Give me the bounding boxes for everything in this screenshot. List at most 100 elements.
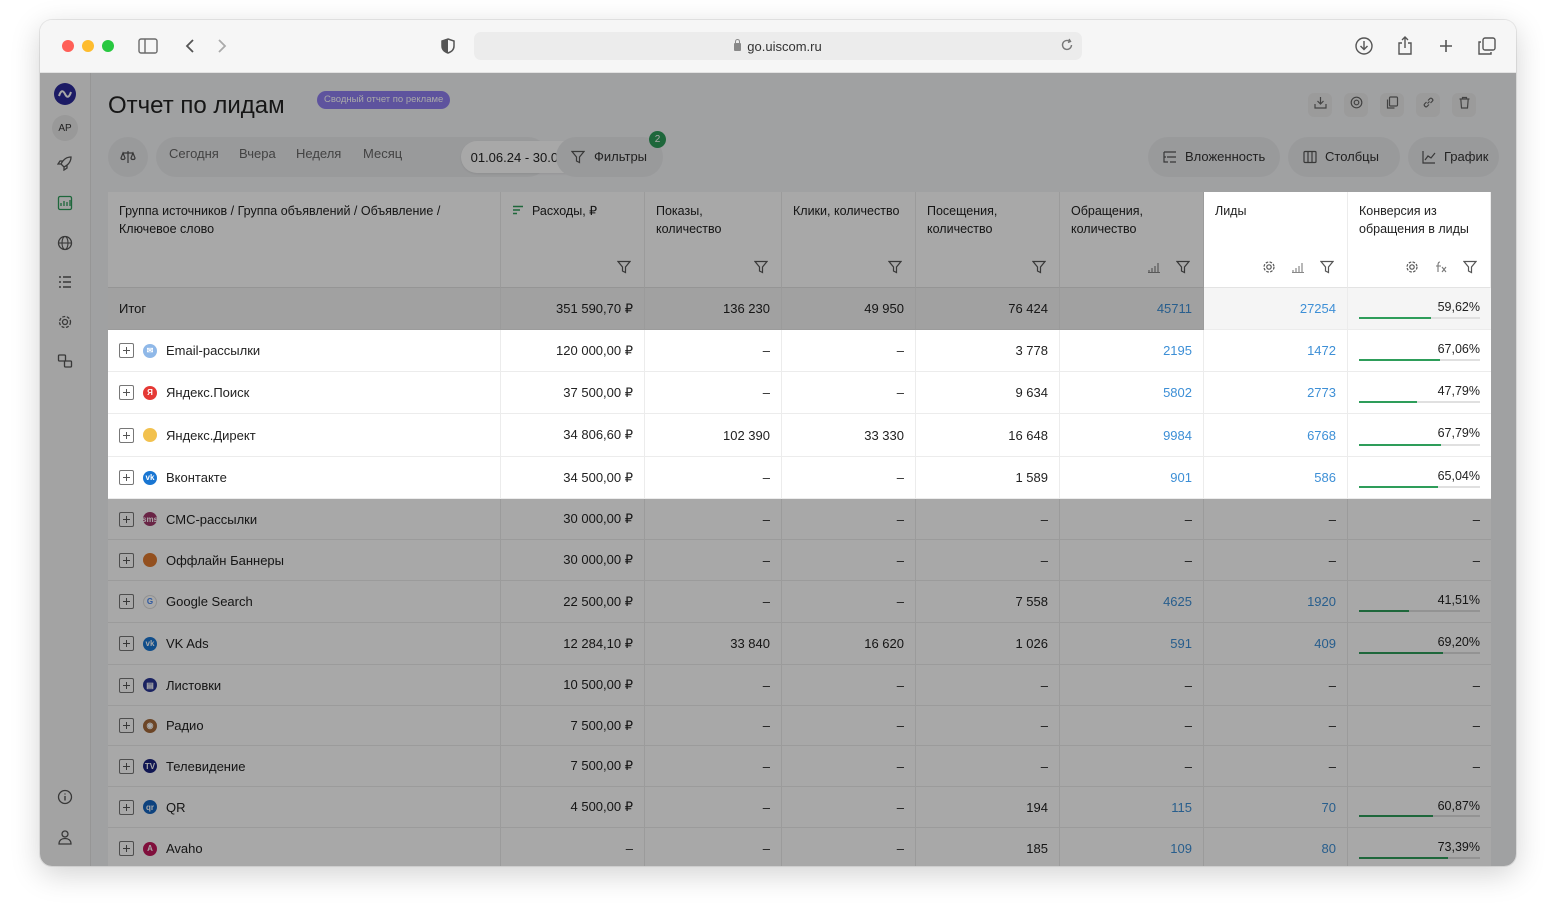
requests-cell[interactable]: 2195 bbox=[1060, 330, 1204, 371]
minimize-window-button[interactable] bbox=[82, 40, 94, 52]
requests-cell[interactable]: 9984 bbox=[1060, 414, 1204, 456]
table-row[interactable]: Яндекс.Директ 34 806,60 ₽102 390 33 330 16 … bbox=[108, 414, 1491, 457]
expand-row-icon[interactable] bbox=[119, 677, 134, 693]
link-button[interactable] bbox=[1416, 93, 1440, 117]
requests-cell[interactable]: 5802 bbox=[1060, 372, 1204, 413]
source-name[interactable]: Avaho bbox=[166, 841, 203, 856]
col-conversion-header[interactable]: Конверсия из обращения в лиды bbox=[1348, 192, 1491, 288]
maximize-window-button[interactable] bbox=[102, 40, 114, 52]
back-icon[interactable] bbox=[178, 34, 202, 58]
leads-cell[interactable]: 70 bbox=[1204, 787, 1348, 827]
forward-icon[interactable] bbox=[210, 34, 234, 58]
source-name[interactable]: Google Search bbox=[166, 594, 253, 609]
columns-button[interactable]: Столбцы bbox=[1288, 137, 1400, 177]
privacy-shield-icon[interactable] bbox=[436, 34, 460, 58]
logo[interactable] bbox=[54, 83, 76, 105]
sidebar-item-lists[interactable] bbox=[53, 272, 77, 296]
requests-cell[interactable]: 45711 bbox=[1060, 288, 1204, 329]
source-name[interactable]: Email-рассылки bbox=[166, 343, 260, 358]
col-spend-header[interactable]: Расходы, ₽ bbox=[501, 192, 645, 288]
leads-cell[interactable]: 2773 bbox=[1204, 372, 1348, 413]
table-row[interactable]: sms СМС-рассылки 30 000,00 ₽ – – – – – – bbox=[108, 499, 1491, 540]
leads-cell[interactable]: 409 bbox=[1204, 623, 1348, 664]
col-clicks-header[interactable]: Клики, количество bbox=[782, 192, 916, 288]
expand-row-icon[interactable] bbox=[119, 427, 134, 443]
source-name[interactable]: Вконтакте bbox=[166, 470, 227, 485]
filters-button[interactable]: Фильтры 2 bbox=[556, 131, 666, 177]
close-window-button[interactable] bbox=[62, 40, 74, 52]
column-filter-icon[interactable] bbox=[1462, 260, 1479, 276]
leads-cell[interactable]: 1920 bbox=[1204, 581, 1348, 622]
source-name[interactable]: VK Ads bbox=[166, 636, 209, 651]
table-row[interactable]: ✉ Email-рассылки 120 000,00 ₽ – –3 778 2195 14… bbox=[108, 330, 1491, 372]
source-name[interactable]: Телевидение bbox=[166, 759, 245, 774]
address-bar[interactable]: go.uiscom.ru bbox=[474, 32, 1082, 60]
expand-row-icon[interactable] bbox=[119, 718, 134, 733]
download-icon[interactable] bbox=[1352, 34, 1376, 58]
total-row[interactable]: Итог 351 590,70 ₽136 230 49 950 76 424 45711… bbox=[108, 288, 1491, 330]
sidebar-item-reports[interactable] bbox=[53, 193, 77, 217]
table-row[interactable]: TV Телевидение 7 500,00 ₽ – – – – – – bbox=[108, 746, 1491, 787]
column-chart-icon[interactable] bbox=[1147, 260, 1163, 276]
chart-button[interactable]: График bbox=[1408, 137, 1499, 177]
avatar[interactable]: АР bbox=[52, 115, 78, 141]
period-month[interactable]: Месяц bbox=[363, 146, 402, 161]
share-icon[interactable] bbox=[1393, 34, 1417, 58]
source-name[interactable]: СМС-рассылки bbox=[166, 512, 257, 527]
sidebar-toggle-icon[interactable] bbox=[136, 34, 160, 58]
table-row[interactable]: ▤ Листовки 10 500,00 ₽ – – – – – – bbox=[108, 665, 1491, 706]
expand-row-icon[interactable] bbox=[119, 552, 134, 568]
sidebar-item-integrations[interactable] bbox=[53, 351, 77, 375]
column-filter-icon[interactable] bbox=[1319, 260, 1336, 276]
expand-row-icon[interactable] bbox=[119, 343, 134, 358]
table-row[interactable]: vk Вконтакте 34 500,00 ₽ – –1 589 901 586 65,04… bbox=[108, 457, 1491, 499]
leads-cell[interactable]: 27254 bbox=[1204, 288, 1348, 329]
requests-cell[interactable]: 115 bbox=[1060, 787, 1204, 827]
period-today[interactable]: Сегодня bbox=[169, 146, 219, 161]
reload-icon[interactable] bbox=[1060, 38, 1076, 54]
compare-button[interactable] bbox=[108, 137, 148, 177]
sidebar-item-sites[interactable] bbox=[53, 233, 77, 257]
table-row[interactable]: qr QR 4 500,00 ₽ – –194 115 70 60,87% bbox=[108, 787, 1491, 828]
sort-icon[interactable] bbox=[512, 204, 532, 218]
table-row[interactable]: vk VK Ads 12 284,10 ₽33 840 16 620 1 026 591 4… bbox=[108, 623, 1491, 665]
export-button[interactable] bbox=[1308, 93, 1332, 117]
source-name[interactable]: QR bbox=[166, 800, 186, 815]
expand-row-icon[interactable] bbox=[119, 799, 134, 815]
expand-row-icon[interactable] bbox=[119, 758, 134, 774]
tabs-overview-icon[interactable] bbox=[1475, 34, 1499, 58]
leads-cell[interactable]: 1472 bbox=[1204, 330, 1348, 371]
column-filter-icon[interactable] bbox=[1031, 260, 1048, 276]
formula-icon[interactable] bbox=[1434, 260, 1450, 276]
expand-row-icon[interactable] bbox=[119, 636, 134, 651]
copy-button[interactable] bbox=[1380, 93, 1404, 117]
goal-button[interactable] bbox=[1344, 93, 1368, 117]
requests-cell[interactable]: 109 bbox=[1060, 828, 1204, 866]
delete-button[interactable] bbox=[1452, 93, 1476, 117]
sidebar-item-profile[interactable] bbox=[53, 827, 77, 851]
requests-cell[interactable]: 4625 bbox=[1060, 581, 1204, 622]
sidebar-item-settings[interactable] bbox=[53, 312, 77, 336]
col-leads-header[interactable]: Лиды bbox=[1204, 192, 1348, 288]
table-row[interactable]: Я Яндекс.Поиск 37 500,00 ₽ – –9 634 5802 2773 4… bbox=[108, 372, 1491, 414]
expand-row-icon[interactable] bbox=[119, 511, 134, 527]
sidebar-item-info[interactable] bbox=[53, 787, 77, 811]
source-name[interactable]: Радио bbox=[166, 718, 204, 733]
column-filter-icon[interactable] bbox=[616, 260, 633, 276]
requests-cell[interactable]: 901 bbox=[1060, 457, 1204, 498]
table-row[interactable]: A Avaho – – –185 109 80 73,39% bbox=[108, 828, 1491, 866]
requests-cell[interactable]: 591 bbox=[1060, 623, 1204, 664]
leads-cell[interactable]: 80 bbox=[1204, 828, 1348, 866]
leads-cell[interactable]: 586 bbox=[1204, 457, 1348, 498]
column-chart-icon[interactable] bbox=[1291, 260, 1307, 276]
source-name[interactable]: Яндекс.Поиск bbox=[166, 385, 249, 400]
source-name[interactable]: Оффлайн Баннеры bbox=[166, 553, 284, 568]
new-tab-icon[interactable] bbox=[1434, 34, 1458, 58]
column-filter-icon[interactable] bbox=[887, 260, 904, 276]
expand-row-icon[interactable] bbox=[119, 385, 134, 400]
period-yesterday[interactable]: Вчера bbox=[239, 146, 276, 161]
leads-cell[interactable]: 6768 bbox=[1204, 414, 1348, 456]
column-filter-icon[interactable] bbox=[753, 260, 770, 276]
source-name[interactable]: Листовки bbox=[166, 678, 221, 693]
table-row[interactable]: Оффлайн Баннеры 30 000,00 ₽ – – – – – – bbox=[108, 540, 1491, 581]
